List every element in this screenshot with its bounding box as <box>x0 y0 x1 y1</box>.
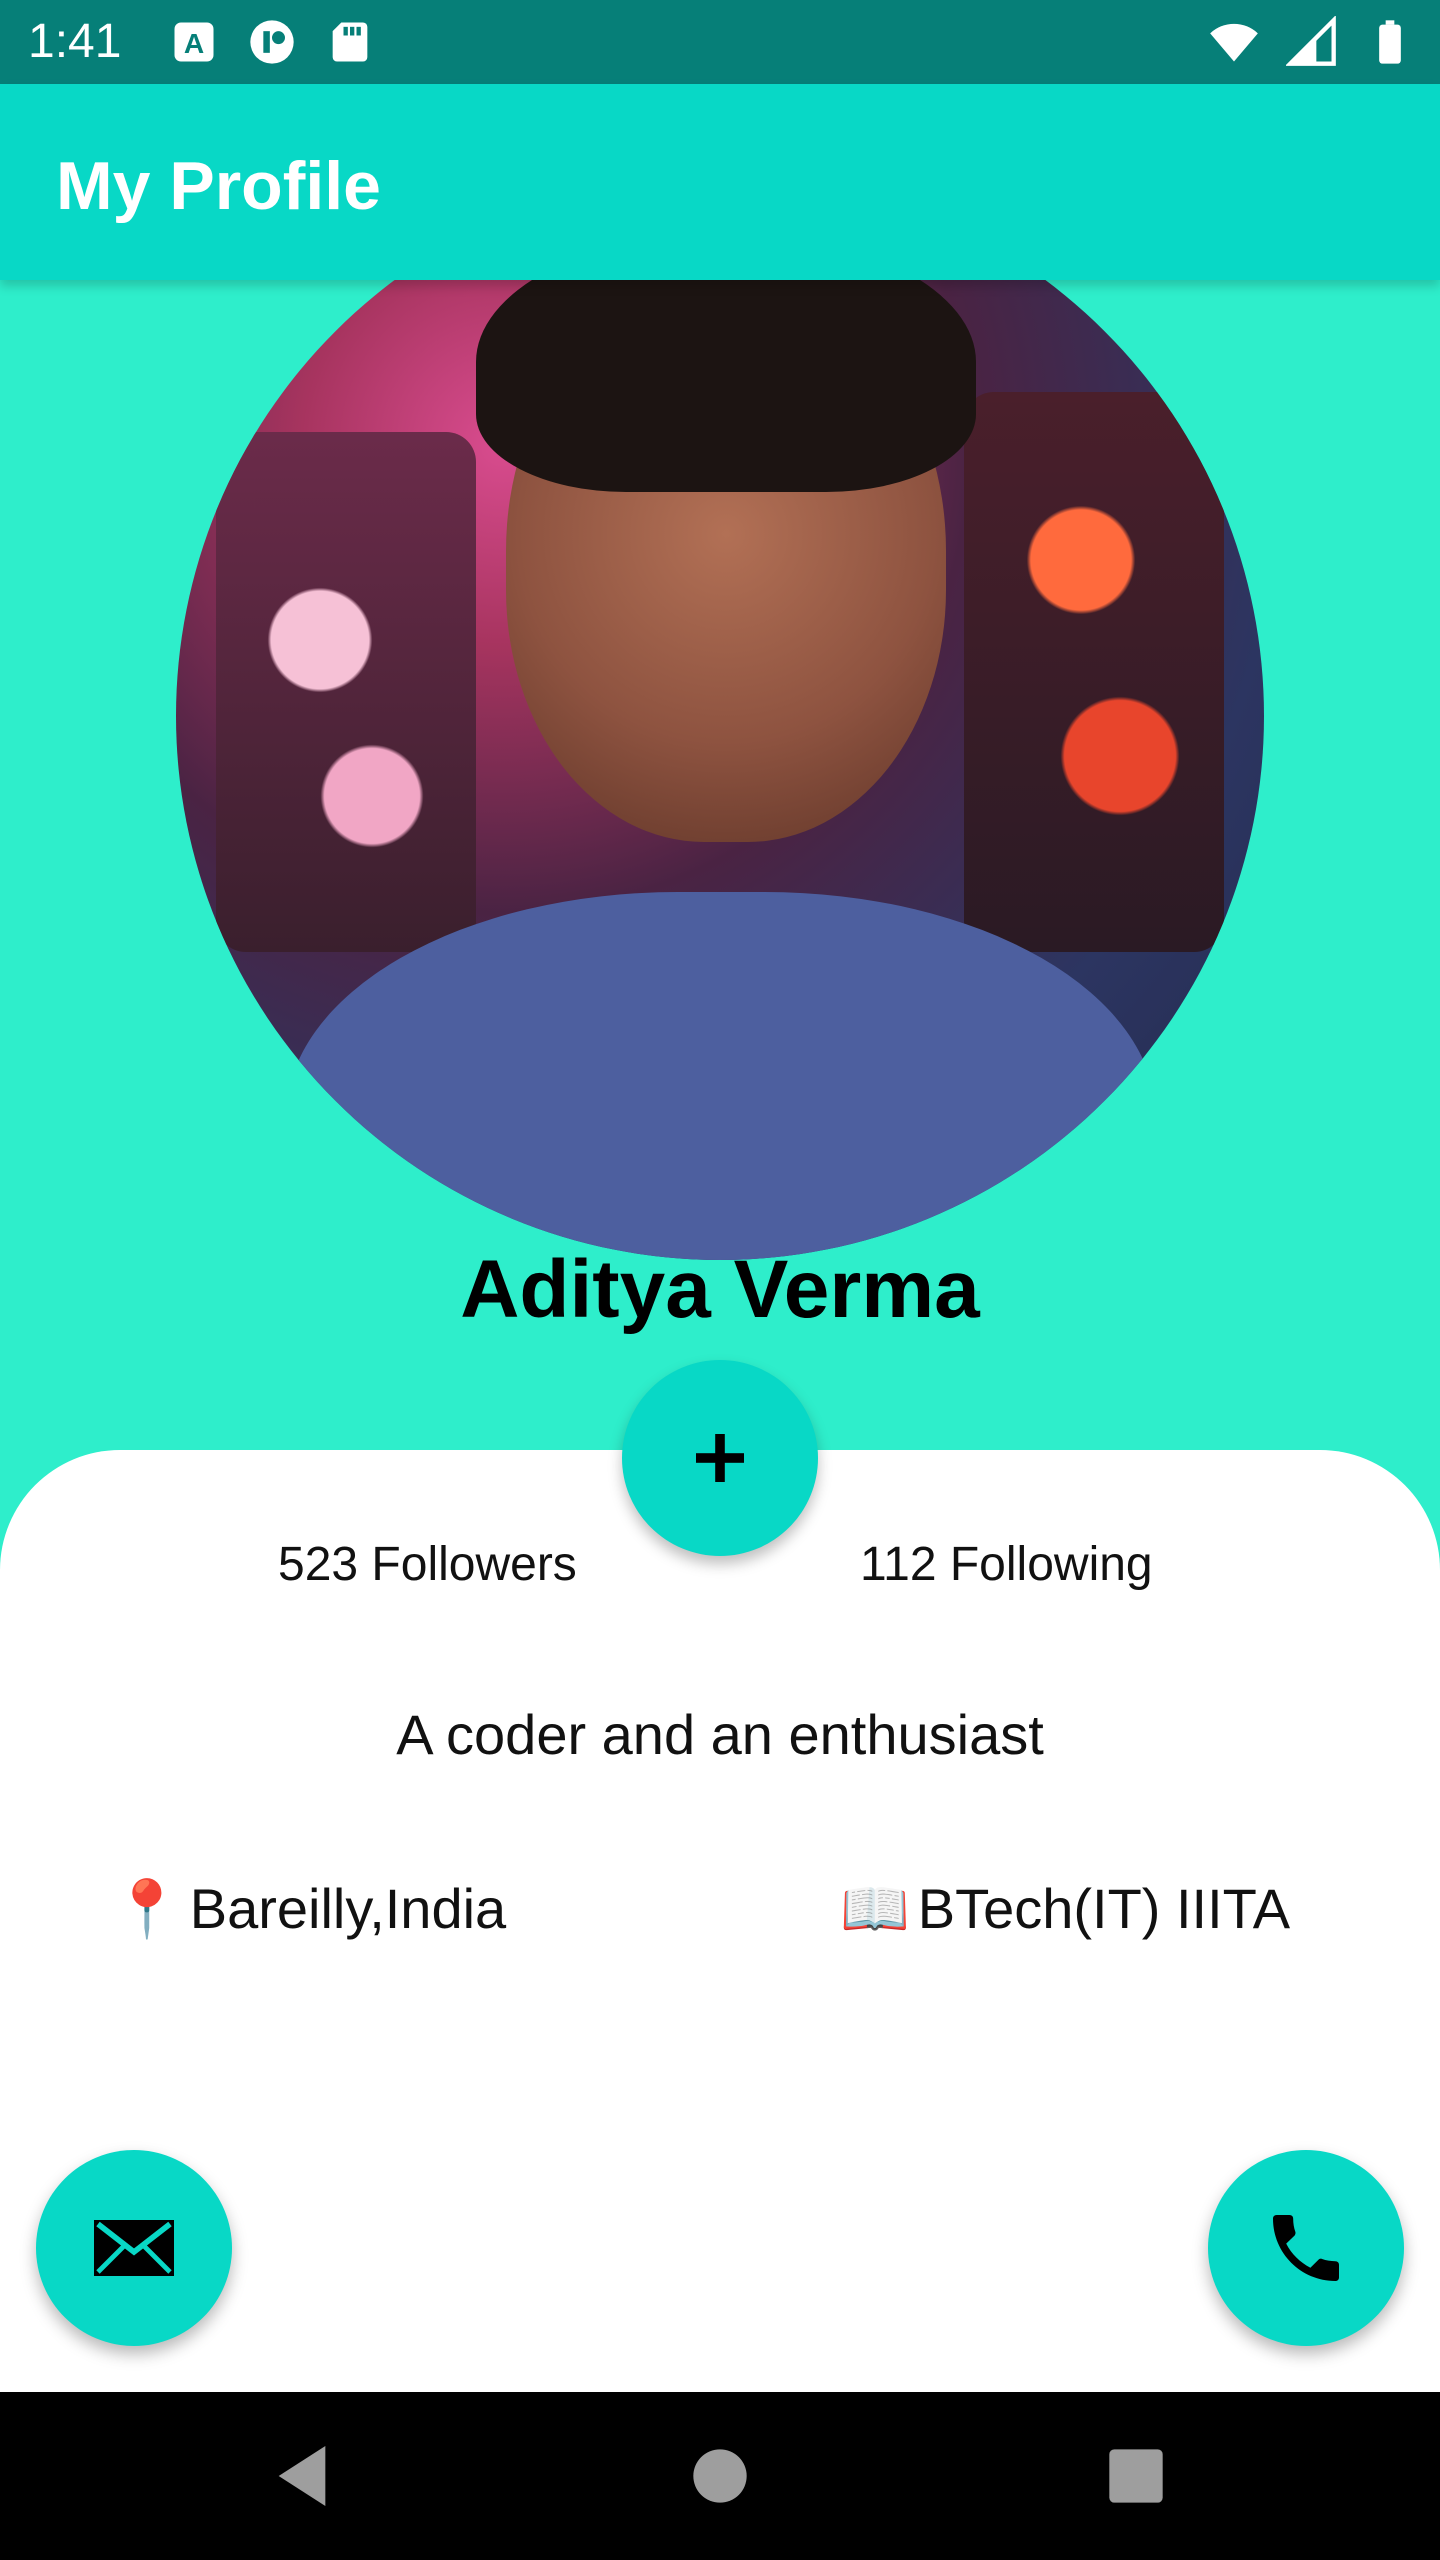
mail-icon <box>94 2220 174 2276</box>
a-icon: A <box>174 22 214 62</box>
call-button[interactable] <box>1208 2150 1404 2346</box>
status-time: 1:41 <box>28 15 122 68</box>
profile-bio: A coder and an enthusiast <box>396 1703 1044 1766</box>
education-info: 📖 BTech(IT) IIITA <box>840 1874 1290 1944</box>
mail-button[interactable] <box>36 2150 232 2346</box>
book-icon: 📖 <box>840 1877 910 1940</box>
app-icon <box>250 20 294 64</box>
home-icon[interactable] <box>680 2436 760 2516</box>
phone-icon <box>1273 2215 1339 2281</box>
location-text: Bareilly,India <box>189 1877 507 1940</box>
profile-avatar <box>176 172 1264 1260</box>
profile-name: Aditya Verma <box>460 1244 980 1335</box>
cell-signal-icon <box>1286 16 1336 66</box>
location-info: 📍 Bareilly,India <box>112 1874 506 1944</box>
add-button[interactable] <box>622 1360 818 1556</box>
status-icons-left: A <box>168 16 376 68</box>
app-bar: My Profile <box>0 84 1440 280</box>
following-count[interactable]: 112 Following <box>860 1530 1153 1600</box>
svg-text:A: A <box>184 28 204 59</box>
system-nav-bar <box>0 2392 1440 2560</box>
back-icon[interactable] <box>262 2436 342 2516</box>
location-pin-icon: 📍 <box>112 1877 182 1940</box>
wifi-icon <box>1210 23 1258 62</box>
sd-card-icon <box>332 22 368 62</box>
battery-icon <box>1379 20 1401 64</box>
status-icons-right <box>1208 16 1416 68</box>
recents-icon[interactable] <box>1096 2436 1176 2516</box>
followers-count[interactable]: 523 Followers <box>278 1530 577 1600</box>
status-bar: 1:41 A <box>0 0 1440 84</box>
page-title: My Profile <box>56 148 381 224</box>
education-text: BTech(IT) IIITA <box>917 1877 1291 1940</box>
plus-icon <box>696 1434 744 1482</box>
